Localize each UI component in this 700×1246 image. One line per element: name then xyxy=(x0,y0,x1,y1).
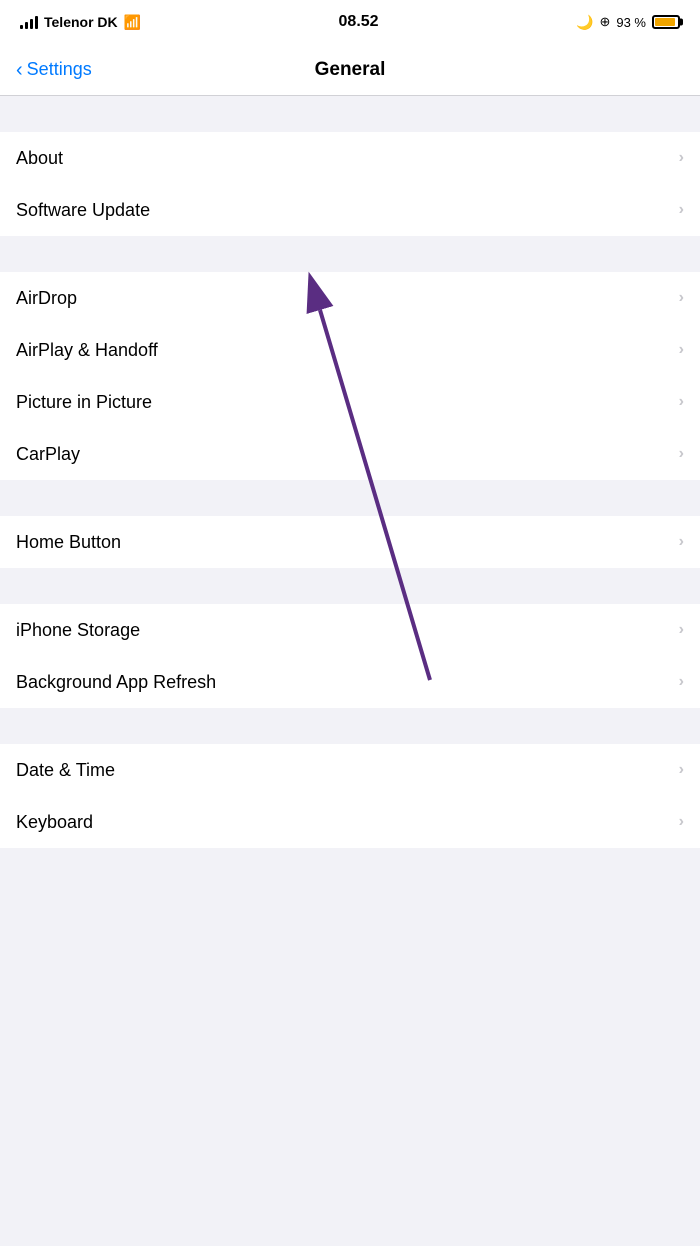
settings-item-home-button[interactable]: Home Button › xyxy=(0,516,700,568)
back-chevron-icon: ‹ xyxy=(16,60,23,80)
settings-item-carplay[interactable]: CarPlay › xyxy=(0,428,700,480)
settings-item-software-update-label: Software Update xyxy=(16,200,150,221)
chevron-right-icon: › xyxy=(679,289,684,307)
settings-item-picture-in-picture-label: Picture in Picture xyxy=(16,392,152,413)
settings-item-date-time[interactable]: Date & Time › xyxy=(0,744,700,796)
wifi-icon: 📶 xyxy=(124,14,141,31)
chevron-right-icon: › xyxy=(679,813,684,831)
settings-item-airplay-handoff[interactable]: AirPlay & Handoff › xyxy=(0,324,700,376)
settings-item-iphone-storage[interactable]: iPhone Storage › xyxy=(0,604,700,656)
back-label: Settings xyxy=(27,59,92,80)
chevron-right-icon: › xyxy=(679,341,684,359)
status-bar: Telenor DK 📶 08.52 🌙 ⊕ 93 % xyxy=(0,0,700,44)
back-button[interactable]: ‹ Settings xyxy=(16,59,92,80)
status-time: 08.52 xyxy=(339,13,379,31)
settings-item-home-button-label: Home Button xyxy=(16,532,121,553)
location-icon: ⊕ xyxy=(599,14,610,30)
settings-item-background-app-refresh-label: Background App Refresh xyxy=(16,672,216,693)
settings-item-airdrop[interactable]: AirDrop › xyxy=(0,272,700,324)
settings-item-airdrop-label: AirDrop xyxy=(16,288,77,309)
chevron-right-icon: › xyxy=(679,533,684,551)
status-left: Telenor DK 📶 xyxy=(20,14,141,31)
settings-item-picture-in-picture[interactable]: Picture in Picture › xyxy=(0,376,700,428)
chevron-right-icon: › xyxy=(679,673,684,691)
settings-item-carplay-label: CarPlay xyxy=(16,444,80,465)
settings-group-4: iPhone Storage › Background App Refresh … xyxy=(0,604,700,708)
settings-item-about[interactable]: About › xyxy=(0,132,700,184)
section-gap-2 xyxy=(0,236,700,272)
section-gap-5 xyxy=(0,708,700,744)
battery-percentage: 93 % xyxy=(616,15,646,30)
section-gap-3 xyxy=(0,480,700,516)
section-gap-top xyxy=(0,96,700,132)
chevron-right-icon: › xyxy=(679,201,684,219)
page-title: General xyxy=(315,59,386,81)
battery-icon xyxy=(652,15,680,29)
chevron-right-icon: › xyxy=(679,761,684,779)
settings-group-1: About › Software Update › xyxy=(0,132,700,236)
chevron-right-icon: › xyxy=(679,621,684,639)
settings-item-keyboard-label: Keyboard xyxy=(16,812,93,833)
chevron-right-icon: › xyxy=(679,393,684,411)
moon-icon: 🌙 xyxy=(576,14,593,31)
chevron-right-icon: › xyxy=(679,445,684,463)
settings-item-iphone-storage-label: iPhone Storage xyxy=(16,620,140,641)
settings-item-date-time-label: Date & Time xyxy=(16,760,115,781)
settings-group-2: AirDrop › AirPlay & Handoff › Picture in… xyxy=(0,272,700,480)
signal-bars-icon xyxy=(20,15,38,29)
settings-item-background-app-refresh[interactable]: Background App Refresh › xyxy=(0,656,700,708)
settings-item-keyboard[interactable]: Keyboard › xyxy=(0,796,700,848)
nav-bar: ‹ Settings General xyxy=(0,44,700,96)
section-gap-4 xyxy=(0,568,700,604)
settings-group-3: Home Button › xyxy=(0,516,700,568)
settings-item-software-update[interactable]: Software Update › xyxy=(0,184,700,236)
settings-item-about-label: About xyxy=(16,148,63,169)
settings-group-5: Date & Time › Keyboard › xyxy=(0,744,700,848)
status-right: 🌙 ⊕ 93 % xyxy=(576,14,680,31)
settings-item-airplay-handoff-label: AirPlay & Handoff xyxy=(16,340,158,361)
carrier-label: Telenor DK xyxy=(44,14,118,30)
chevron-right-icon: › xyxy=(679,149,684,167)
